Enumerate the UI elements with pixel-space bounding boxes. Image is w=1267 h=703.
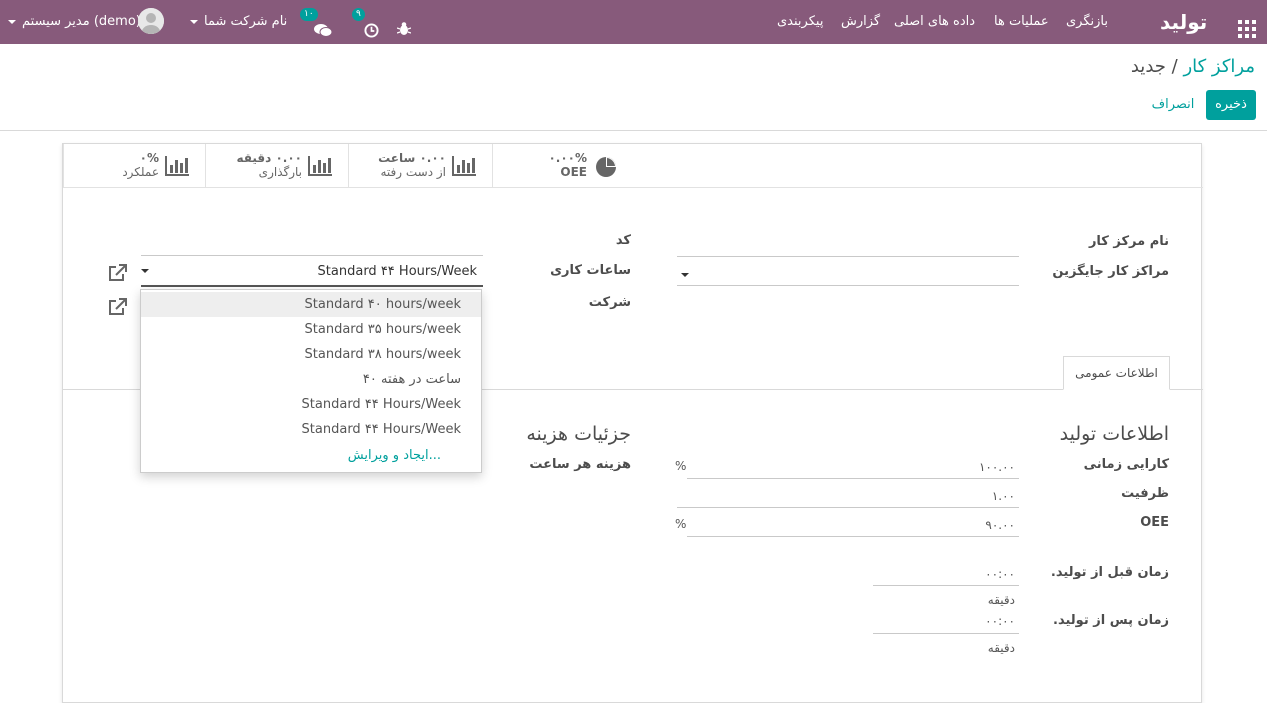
stat-oee-value: ۰.۰۰% [548, 151, 587, 165]
dropdown-option[interactable]: Standard ۳۵ hours/week [141, 317, 481, 342]
dropdown-create-edit[interactable]: ایجاد و ویرایش... [141, 443, 481, 468]
stat-button-lost[interactable]: ۰.۰۰ ساعت از دست رفته [348, 144, 492, 188]
external-link-icon[interactable] [108, 264, 128, 282]
top-navbar: تولید بازنگری عملیات ها داده های اصلی گز… [0, 0, 1267, 44]
dropdown-option[interactable]: Standard ۴۰ hours/week [141, 292, 481, 317]
time-before-prod-label: زمان قبل از تولید. [1050, 565, 1169, 580]
stat-performance-label: عملکرد [122, 165, 159, 179]
menu-item-reporting[interactable]: گزارش [841, 0, 880, 44]
debug-bug-icon[interactable] [396, 12, 412, 35]
menu-item-review[interactable]: بازنگری [1066, 0, 1108, 44]
code-label: کد [615, 233, 631, 248]
working-hours-autocomplete: Standard ۴۰ hours/week Standard ۳۵ hours… [140, 289, 482, 473]
pie-chart-icon [595, 156, 617, 182]
stat-lost-value: ۰.۰۰ ساعت [378, 151, 446, 165]
capacity-label: ظرفیت [1121, 486, 1169, 501]
time-after-prod-unit: دقیقه [987, 641, 1015, 655]
capacity-underline [677, 507, 1019, 508]
activities-badge: ۹ [352, 8, 365, 21]
stat-oee-label: OEE [560, 165, 587, 179]
bar-chart-icon [308, 156, 332, 180]
breadcrumb-parent[interactable]: مراکز کار [1183, 56, 1255, 77]
working-hours-dropdown-icon[interactable] [141, 269, 149, 273]
time-efficiency-underline [687, 478, 1019, 479]
menu-item-configuration[interactable]: پیکربندی [777, 0, 823, 44]
breadcrumb-separator: / [1171, 56, 1178, 77]
stat-load-value: ۰.۰۰ دقیقه [236, 151, 302, 165]
save-button[interactable]: ذخیره [1206, 90, 1256, 120]
cost-details-title: جزئیات هزینه [526, 423, 631, 445]
company-label: شرکت [588, 295, 631, 310]
time-before-prod-underline [873, 585, 1019, 586]
time-after-prod-value[interactable]: ۰۰:۰۰ [985, 614, 1015, 628]
time-efficiency-percent: % [675, 459, 687, 473]
alternative-workcenters-label: مراکز کار جایگزین [1052, 264, 1169, 279]
company-switcher[interactable]: نام شرکت شما [190, 0, 287, 44]
time-efficiency-label: کارایی زمانی [1083, 457, 1169, 472]
control-panel-divider [0, 130, 1267, 131]
bar-chart-icon [452, 156, 476, 180]
oee-target-label: OEE [1140, 515, 1169, 530]
menu-item-operations[interactable]: عملیات ها [994, 0, 1049, 44]
dropdown-option[interactable]: ۴۰ ساعت در هفته [141, 367, 481, 392]
oee-target-value[interactable]: ۹۰.۰۰ [985, 518, 1015, 532]
bar-chart-icon [165, 156, 189, 180]
stat-button-bar: ۰.۰۰% OEE ۰.۰۰ ساعت از دست رفته ۰.۰۰ دقی… [63, 144, 1203, 188]
alternative-workcenters-input[interactable] [677, 285, 1019, 286]
stat-button-oee[interactable]: ۰.۰۰% OEE [492, 144, 633, 188]
dropdown-option[interactable]: Standard ۴۴ Hours/Week [141, 392, 481, 417]
chat-bubbles-icon [314, 13, 333, 57]
working-hours-underline [141, 285, 483, 287]
time-before-prod-unit: دقیقه [987, 593, 1015, 607]
workcenter-name-label: نام مرکز کار [1088, 234, 1169, 249]
cost-per-hour-label: هزینه هر ساعت [529, 457, 631, 472]
messages-button[interactable]: ۱۰ [300, 0, 334, 44]
stat-load-label: بارگذاری [258, 165, 302, 179]
stat-button-performance[interactable]: ۰% عملکرد [63, 144, 205, 188]
time-efficiency-value[interactable]: ۱۰۰.۰۰ [979, 460, 1015, 474]
time-before-prod-value[interactable]: ۰۰:۰۰ [985, 567, 1015, 581]
chevron-down-icon [8, 20, 16, 24]
user-name: مدیر سیستم (demo) [22, 14, 141, 29]
breadcrumb-current: جدید [1130, 56, 1166, 77]
tab-general-info[interactable]: اطلاعات عمومی [1063, 356, 1170, 390]
capacity-value[interactable]: ۱.۰۰ [992, 489, 1015, 503]
production-info-title: اطلاعات تولید [1059, 423, 1169, 445]
oee-target-underline [687, 536, 1019, 537]
external-link-icon[interactable] [108, 298, 128, 316]
menu-item-master-data[interactable]: داده های اصلی [894, 0, 975, 44]
working-hours-input[interactable]: Standard ۴۴ Hours/Week [318, 264, 477, 279]
code-input[interactable] [141, 255, 483, 256]
clock-icon [364, 13, 379, 57]
dropdown-option[interactable]: Standard ۴۴ Hours/Week [141, 417, 481, 442]
oee-target-percent: % [675, 517, 687, 531]
app-brand[interactable]: تولید [1160, 0, 1207, 44]
discard-button[interactable]: انصراف [1150, 90, 1196, 120]
alternative-workcenters-dropdown-icon[interactable] [681, 273, 689, 277]
time-after-prod-label: زمان پس از تولید. [1053, 613, 1169, 628]
apps-grid-icon[interactable] [1238, 13, 1256, 38]
user-avatar[interactable] [138, 8, 164, 34]
stat-performance-value: ۰% [139, 151, 159, 165]
company-name: نام شرکت شما [204, 14, 288, 29]
activities-button[interactable]: ۹ [352, 0, 382, 44]
working-hours-label: ساعات کاری [550, 263, 631, 278]
stat-button-load[interactable]: ۰.۰۰ دقیقه بارگذاری [205, 144, 348, 188]
workcenter-name-input[interactable] [677, 256, 1019, 257]
breadcrumb: مراکز کار / جدید [1131, 56, 1255, 77]
time-after-prod-underline [873, 633, 1019, 634]
dropdown-option[interactable]: Standard ۳۸ hours/week [141, 342, 481, 367]
stat-lost-label: از دست رفته [380, 165, 446, 179]
chevron-down-icon [190, 20, 198, 24]
